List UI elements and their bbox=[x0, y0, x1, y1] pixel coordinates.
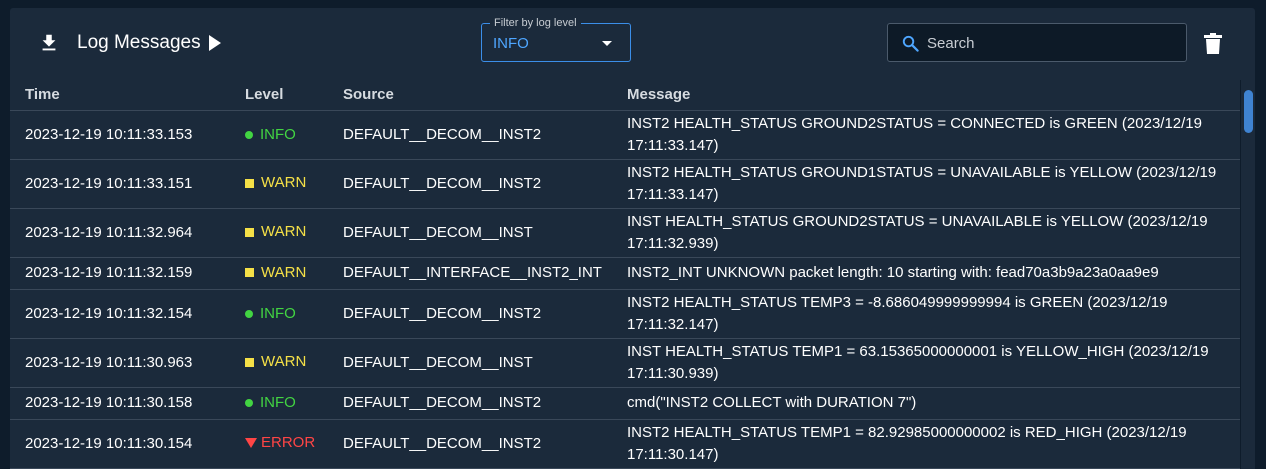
panel-header: Log Messages Filter by log level INFO bbox=[10, 8, 1255, 80]
level-label: WARN bbox=[261, 174, 307, 192]
filter-selected-value: INFO bbox=[493, 35, 529, 52]
cell-level: WARN bbox=[230, 257, 328, 290]
cell-time: 2023-12-19 10:11:30.158 bbox=[10, 387, 230, 420]
level-label: WARN bbox=[261, 263, 307, 281]
cell-level: INFO bbox=[230, 387, 328, 420]
log-level-filter-select[interactable]: Filter by log level INFO bbox=[481, 17, 631, 62]
cell-message: INST2 HEALTH_STATUS TEMP1 = 82.929850000… bbox=[612, 419, 1240, 469]
column-header-time[interactable]: Time bbox=[10, 80, 230, 111]
cell-level: INFO bbox=[230, 289, 328, 339]
cell-source: DEFAULT__DECOM__INST bbox=[328, 338, 612, 388]
table-row[interactable]: 2023-12-19 10:11:30.963 WARN DEFAULT__DE… bbox=[10, 338, 1240, 388]
search-box[interactable] bbox=[887, 23, 1187, 62]
cell-message: cmd("INST2 COLLECT with DURATION 7") bbox=[612, 387, 1240, 420]
level-label: INFO bbox=[260, 394, 296, 411]
filter-label: Filter by log level bbox=[490, 17, 581, 29]
cell-time: 2023-12-19 10:11:33.153 bbox=[10, 110, 230, 160]
cell-message: INST2_INT UNKNOWN packet length: 10 star… bbox=[612, 257, 1240, 290]
column-header-level[interactable]: Level bbox=[230, 80, 328, 111]
log-table-container: Time Level Source Message 2023-12-19 10:… bbox=[10, 80, 1255, 469]
scrollbar-thumb[interactable] bbox=[1244, 90, 1253, 133]
info-dot-icon bbox=[245, 309, 253, 318]
table-row[interactable]: 2023-12-19 10:11:33.153 INFO DEFAULT__DE… bbox=[10, 110, 1240, 160]
info-dot-icon bbox=[245, 399, 253, 407]
cell-level: WARN bbox=[230, 208, 328, 258]
column-header-source[interactable]: Source bbox=[328, 80, 612, 111]
warn-square-icon bbox=[245, 357, 254, 367]
log-table: Time Level Source Message 2023-12-19 10:… bbox=[10, 80, 1240, 469]
cell-level: WARN bbox=[230, 159, 328, 209]
search-input[interactable] bbox=[927, 33, 1177, 53]
table-row[interactable]: 2023-12-19 10:11:32.964 WARN DEFAULT__DE… bbox=[10, 208, 1240, 258]
cell-time: 2023-12-19 10:11:33.151 bbox=[10, 159, 230, 209]
cell-source: DEFAULT__DECOM__INST bbox=[328, 208, 612, 258]
cell-source: DEFAULT__DECOM__INST2 bbox=[328, 387, 612, 420]
cell-time: 2023-12-19 10:11:32.159 bbox=[10, 257, 230, 290]
warn-square-icon bbox=[245, 178, 254, 188]
search-icon bbox=[902, 35, 919, 52]
cell-level: ERROR bbox=[230, 419, 328, 469]
error-triangle-icon bbox=[245, 438, 257, 448]
level-label: ERROR bbox=[261, 434, 316, 451]
level-label: INFO bbox=[260, 304, 296, 322]
cell-message: INST2 HEALTH_STATUS GROUND2STATUS = CONN… bbox=[612, 110, 1240, 160]
level-label: INFO bbox=[260, 125, 296, 143]
cell-time: 2023-12-19 10:11:32.154 bbox=[10, 289, 230, 339]
column-header-message[interactable]: Message bbox=[612, 80, 1240, 111]
cell-time: 2023-12-19 10:11:30.963 bbox=[10, 338, 230, 388]
log-messages-panel: Log Messages Filter by log level INFO Se… bbox=[10, 8, 1255, 469]
cell-source: DEFAULT__DECOM__INST2 bbox=[328, 289, 612, 339]
chevron-down-icon bbox=[602, 41, 612, 46]
level-label: WARN bbox=[261, 223, 307, 241]
warn-square-icon bbox=[245, 268, 254, 278]
download-icon[interactable] bbox=[38, 32, 60, 54]
cell-level: INFO bbox=[230, 110, 328, 160]
cell-source: DEFAULT__DECOM__INST2 bbox=[328, 159, 612, 209]
info-dot-icon bbox=[245, 130, 253, 139]
cell-message: INST HEALTH_STATUS GROUND2STATUS = UNAVA… bbox=[612, 208, 1240, 258]
cell-source: DEFAULT__DECOM__INST2 bbox=[328, 110, 612, 160]
cell-source: DEFAULT__DECOM__INST2 bbox=[328, 419, 612, 469]
cell-source: DEFAULT__INTERFACE__INST2_INT bbox=[328, 257, 612, 290]
cell-level: WARN bbox=[230, 338, 328, 388]
level-label: WARN bbox=[261, 353, 307, 371]
warn-square-icon bbox=[245, 227, 254, 237]
table-row[interactable]: 2023-12-19 10:11:32.154 INFO DEFAULT__DE… bbox=[10, 289, 1240, 339]
cell-message: INST2 HEALTH_STATUS GROUND1STATUS = UNAV… bbox=[612, 159, 1240, 209]
vertical-scrollbar[interactable] bbox=[1240, 80, 1255, 469]
table-row[interactable]: 2023-12-19 10:11:32.159 WARN DEFAULT__IN… bbox=[10, 257, 1240, 290]
cell-message: INST2 HEALTH_STATUS TEMP3 = -8.686049999… bbox=[612, 289, 1240, 339]
cell-time: 2023-12-19 10:11:30.154 bbox=[10, 419, 230, 469]
cell-message: INST HEALTH_STATUS TEMP1 = 63.1536500000… bbox=[612, 338, 1240, 388]
delete-icon[interactable] bbox=[1204, 33, 1222, 54]
play-icon[interactable] bbox=[207, 34, 223, 52]
table-row[interactable]: 2023-12-19 10:11:30.154 ERROR DEFAULT__D… bbox=[10, 419, 1240, 469]
panel-title: Log Messages bbox=[77, 32, 201, 53]
table-row[interactable]: 2023-12-19 10:11:30.158 INFO DEFAULT__DE… bbox=[10, 387, 1240, 420]
cell-time: 2023-12-19 10:11:32.964 bbox=[10, 208, 230, 258]
table-row[interactable]: 2023-12-19 10:11:33.151 WARN DEFAULT__DE… bbox=[10, 159, 1240, 209]
